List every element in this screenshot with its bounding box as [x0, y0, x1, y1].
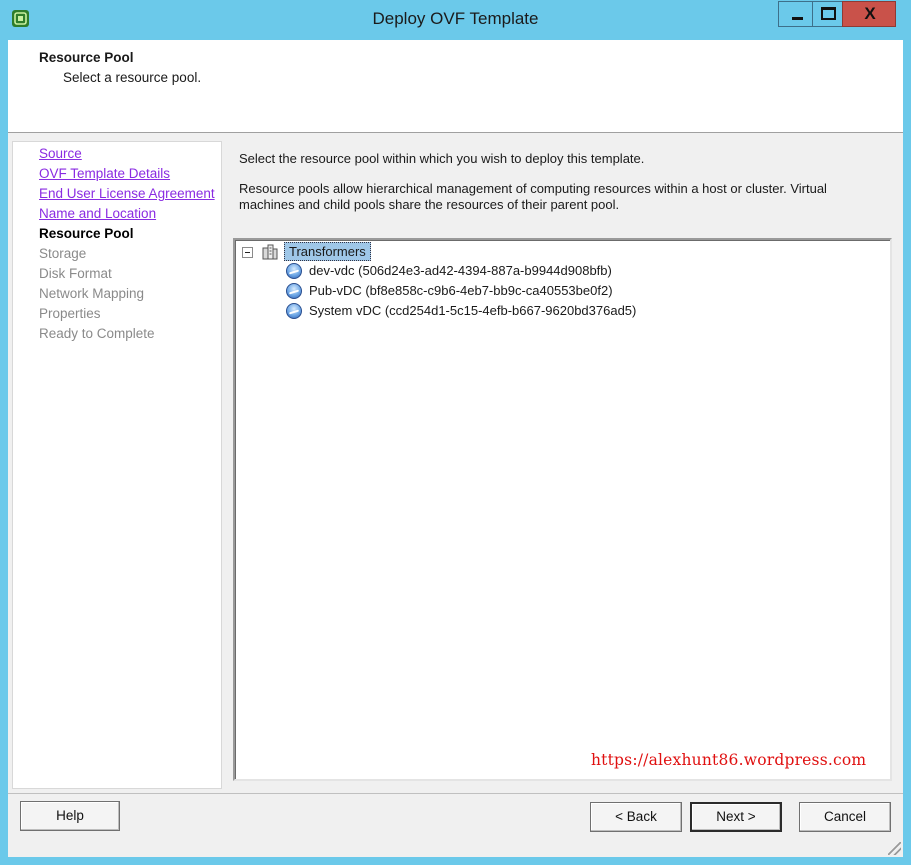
cancel-button[interactable]: Cancel — [799, 802, 891, 832]
page-subtitle: Select a resource pool. — [63, 70, 202, 85]
nav-step-eula[interactable]: End User License Agreement — [39, 186, 215, 201]
minimize-button[interactable] — [778, 1, 812, 27]
close-icon: X — [864, 4, 876, 23]
window-title: Deploy OVF Template — [372, 9, 539, 28]
nav-step-name-and-location[interactable]: Name and Location — [39, 206, 156, 221]
nav-step-network-mapping: Network Mapping — [39, 286, 145, 301]
nav-step-properties: Properties — [39, 306, 101, 321]
resource-pool-icon — [286, 283, 302, 299]
nav-step-source[interactable]: Source — [39, 146, 82, 161]
nav-step-storage: Storage — [39, 246, 87, 261]
maximize-icon — [821, 7, 836, 20]
collapse-toggle-icon[interactable] — [242, 247, 253, 258]
cluster-icon — [262, 244, 278, 260]
wizard-header: Resource Pool Select a resource pool. — [8, 40, 903, 133]
resource-pool-icon — [286, 303, 302, 319]
wizard-steps-nav: Source OVF Template Details End User Lic… — [12, 141, 222, 789]
close-button[interactable]: X — [842, 1, 896, 27]
tree-node-label: dev-vdc (506d24e3-ad42-4394-887a-b9944d9… — [309, 263, 612, 278]
watermark-text: https://alexhunt86.wordpress.com — [591, 751, 867, 769]
help-button[interactable]: Help — [20, 801, 120, 831]
back-button[interactable]: < Back — [590, 802, 682, 832]
resource-pool-tree[interactable]: Transformers dev-vdc (506d24e3-ad42-4394… — [233, 238, 892, 781]
maximize-button[interactable] — [812, 1, 842, 27]
tree-node-transformers[interactable]: Transformers — [284, 242, 371, 261]
description-text: Resource pools allow hierarchical manage… — [239, 181, 827, 212]
resource-pool-panel: Select the resource pool within which yo… — [222, 141, 901, 789]
resource-pool-icon — [286, 263, 302, 279]
title-bar[interactable]: Deploy OVF Template X — [0, 0, 911, 40]
resize-grip-icon[interactable] — [888, 842, 901, 855]
tree-node-label: Pub-vDC (bf8e858c-c9b6-4eb7-bb9c-ca40553… — [309, 283, 613, 298]
nav-step-ready-to-complete: Ready to Complete — [39, 326, 155, 341]
tree-node-label: System vDC (ccd254d1-5c15-4efb-b667-9620… — [309, 303, 637, 318]
next-button[interactable]: Next > — [690, 802, 782, 832]
nav-step-ovf-template-details[interactable]: OVF Template Details — [39, 166, 170, 181]
button-bar-divider — [8, 793, 903, 794]
instruction-text: Select the resource pool within which yo… — [239, 151, 645, 166]
minimize-icon — [792, 17, 803, 20]
nav-step-disk-format: Disk Format — [39, 266, 112, 281]
nav-step-resource-pool: Resource Pool — [39, 226, 134, 241]
dialog-client-area: Resource Pool Select a resource pool. So… — [8, 40, 903, 857]
page-title: Resource Pool — [39, 50, 134, 65]
deploy-ovf-window: Deploy OVF Template X Resource Pool Sele… — [0, 0, 911, 865]
